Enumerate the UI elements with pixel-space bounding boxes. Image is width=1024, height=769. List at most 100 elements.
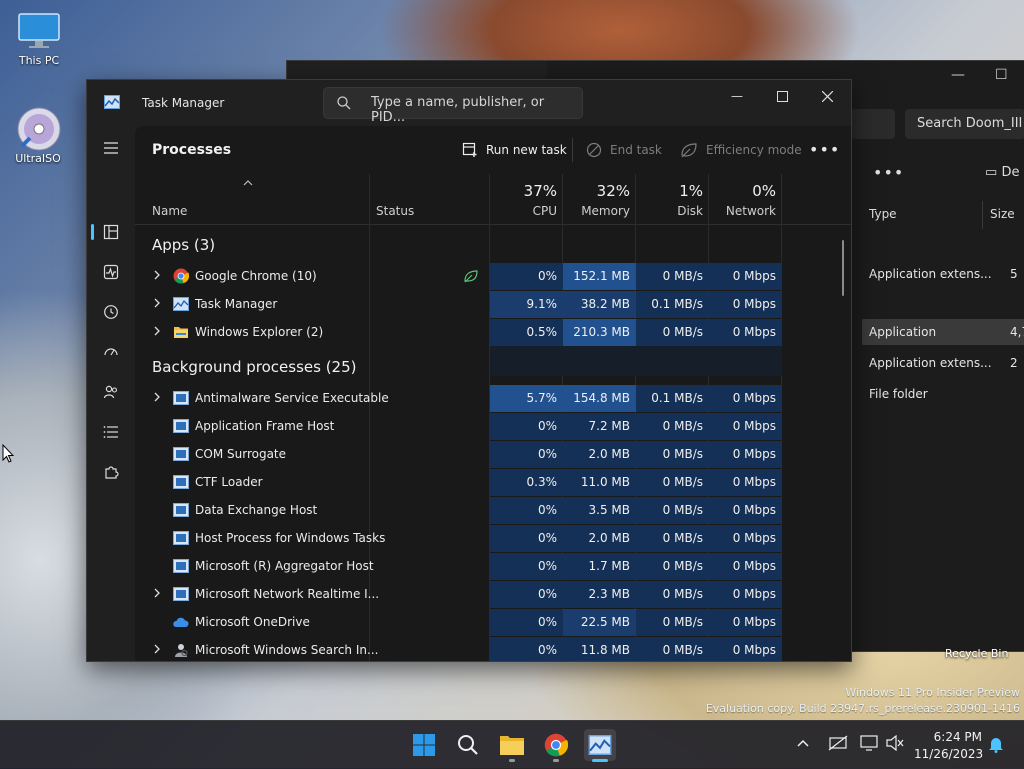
explorer-row[interactable]: Application 4,7 (862, 319, 1024, 345)
taskbar-chrome[interactable] (540, 729, 572, 761)
desktop-icon-ultraiso[interactable]: UltraISO (8, 106, 68, 165)
desktop-icon-this-pc[interactable]: This PC (9, 12, 69, 67)
chevron-right-icon[interactable] (153, 297, 161, 309)
process-row[interactable]: Microsoft OneDrive 0% 22.5 MB 0 MB/s 0 M… (135, 608, 851, 636)
details-pane-button[interactable]: ▭ De (985, 165, 1019, 180)
cpu-total[interactable]: 37% (490, 182, 557, 200)
explorer-row[interactable]: Application extens... 5 (862, 261, 1024, 287)
process-row[interactable]: Microsoft Network Realtime I... 0% 2.3 M… (135, 580, 851, 608)
explorer-row[interactable]: Application extens... 2 (862, 350, 1024, 376)
taskbar-search-button[interactable] (452, 729, 484, 761)
show-hidden-icons-button[interactable] (796, 737, 810, 751)
process-name: Microsoft Windows Search In... (195, 643, 379, 657)
process-row[interactable]: Google Chrome (10) 0% 152.1 MB 0 MB/s 0 … (135, 262, 851, 290)
sort-ascending-icon[interactable] (243, 180, 253, 186)
cpu-cell: 0% (490, 497, 563, 524)
disk-total[interactable]: 1% (636, 182, 703, 200)
process-row[interactable]: Host Process for Windows Tasks 0% 2.0 MB… (135, 524, 851, 552)
nav-processes[interactable] (95, 218, 127, 246)
disk-cell: 0 MB/s (636, 497, 709, 524)
process-row[interactable]: Windows Explorer (2) 0.5% 210.3 MB 0 MB/… (135, 318, 851, 346)
disk-cell: 0 MB/s (636, 637, 709, 661)
column-disk[interactable]: Disk (636, 204, 703, 218)
more-options-icon[interactable]: ••• (873, 163, 904, 182)
column-status[interactable]: Status (376, 204, 414, 218)
minimize-button[interactable]: — (714, 83, 760, 109)
run-new-task-button[interactable]: Run new task (462, 140, 567, 160)
nav-startup-apps[interactable] (95, 338, 127, 366)
process-row[interactable]: Antimalware Service Executable 5.7% 154.… (135, 384, 851, 412)
nav-services[interactable] (95, 458, 127, 486)
column-memory[interactable]: Memory (563, 204, 630, 218)
title-bar[interactable]: Task Manager Type a name, publisher, or … (87, 80, 851, 126)
details-label: De (1001, 165, 1020, 180)
process-row[interactable]: Task Manager 9.1% 38.2 MB 0.1 MB/s 0 Mbp… (135, 290, 851, 318)
efficiency-mode-button[interactable]: Efficiency mode (680, 140, 802, 160)
taskbar-file-explorer[interactable] (496, 729, 528, 761)
page-title: Processes (152, 142, 232, 158)
process-name: Microsoft OneDrive (195, 615, 310, 629)
process-row[interactable]: COM Surrogate 0% 2.0 MB 0 MB/s 0 Mbps (135, 440, 851, 468)
toolbar-divider (572, 138, 573, 162)
column-size[interactable]: Size (990, 207, 1015, 221)
disk-cell: 0 MB/s (636, 413, 709, 440)
maximize-button[interactable] (759, 83, 805, 109)
notification-center-button[interactable] (988, 735, 1004, 756)
disc-icon (16, 106, 61, 151)
chevron-right-icon[interactable] (153, 587, 161, 599)
close-button[interactable] (804, 83, 850, 109)
process-row[interactable]: Microsoft (R) Aggregator Host 0% 1.7 MB … (135, 552, 851, 580)
chevron-right-icon[interactable] (153, 269, 161, 281)
network-total[interactable]: 0% (709, 182, 776, 200)
end-task-button[interactable]: End task (586, 140, 662, 160)
chevron-right-icon[interactable] (153, 325, 161, 337)
tray-network-status[interactable] (828, 735, 848, 754)
tray-display[interactable] (860, 735, 878, 754)
explorer-address-bar[interactable] (851, 109, 895, 139)
taskbar-task-manager[interactable] (584, 729, 616, 761)
details-icon: ▭ (985, 165, 998, 180)
explorer-row[interactable]: File folder (862, 381, 1024, 407)
disk-cell: 0 MB/s (636, 581, 709, 608)
column-network[interactable]: Network (709, 204, 776, 218)
process-search-input[interactable]: Type a name, publisher, or PID... (323, 87, 583, 125)
memory-cell: 1.7 MB (563, 553, 636, 580)
more-options-icon[interactable]: ••• (809, 140, 840, 159)
nav-performance[interactable] (95, 258, 127, 286)
start-button[interactable] (408, 729, 440, 761)
tray-volume[interactable] (886, 734, 904, 754)
process-name: Task Manager (195, 297, 278, 311)
process-name: COM Surrogate (195, 447, 287, 461)
minimize-icon[interactable]: — (951, 67, 965, 83)
column-type[interactable]: Type (869, 207, 897, 221)
process-row[interactable]: Application Frame Host 0% 7.2 MB 0 MB/s … (135, 412, 851, 440)
process-name: Windows Explorer (2) (195, 325, 324, 339)
column-name[interactable]: Name (152, 204, 187, 218)
process-row[interactable]: Data Exchange Host 0% 3.5 MB 0 MB/s 0 Mb… (135, 496, 851, 524)
clock-date[interactable]: 11/26/2023 (914, 747, 983, 761)
memory-cell: 2.3 MB (563, 581, 636, 608)
clock-time[interactable]: 6:24 PM (928, 730, 982, 744)
run-new-task-label: Run new task (486, 143, 567, 157)
chrome-icon (173, 268, 189, 284)
network-cell: 0 Mbps (709, 581, 782, 608)
nav-details[interactable] (95, 418, 127, 446)
process-row[interactable]: Microsoft Windows Search In... 0% 11.8 M… (135, 636, 851, 661)
maximize-icon[interactable]: ☐ (995, 67, 1008, 83)
chevron-right-icon[interactable] (153, 391, 161, 403)
efficiency-mode-label: Efficiency mode (706, 143, 802, 157)
column-cpu[interactable]: CPU (490, 204, 557, 218)
process-row[interactable]: CTF Loader 0.3% 11.0 MB 0 MB/s 0 Mbps (135, 468, 851, 496)
search-icon (337, 96, 351, 110)
chevron-right-icon[interactable] (153, 643, 161, 655)
network-cell: 0 Mbps (709, 441, 782, 468)
recycle-bin-label[interactable]: Recycle Bin (945, 647, 1008, 660)
nav-app-history[interactable] (95, 298, 127, 326)
group-header-background: Background processes (25) (152, 358, 357, 376)
hamburger-menu-button[interactable] (95, 134, 127, 162)
memory-total[interactable]: 32% (563, 182, 630, 200)
explorer-search-input[interactable]: Search Doom_III (905, 109, 1024, 139)
scrollbar-thumb[interactable] (842, 240, 844, 296)
cpu-cell: 0% (490, 581, 563, 608)
nav-users[interactable] (95, 378, 127, 406)
